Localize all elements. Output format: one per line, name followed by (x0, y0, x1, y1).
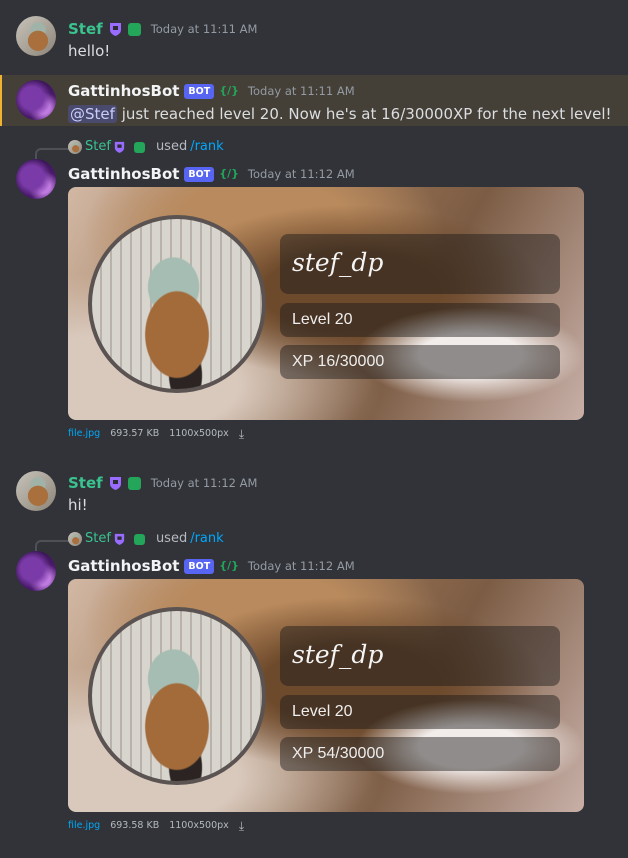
rank-card-avatar (88, 607, 266, 785)
bot-tag: BOT (184, 83, 215, 99)
rank-card-level: Level 20 (292, 311, 353, 328)
message-text: hi! (68, 496, 88, 514)
reply-used: used (155, 531, 188, 546)
rank-card-username: stef_dp (292, 640, 384, 669)
author-name[interactable]: GattinhosBot (68, 164, 179, 184)
reply-avatar (68, 140, 82, 154)
avatar-stef[interactable] (16, 16, 56, 56)
rank-card-name-box: stef_dp (280, 626, 560, 686)
reply-command[interactable]: /rank (190, 530, 223, 548)
download-icon[interactable]: ⤓ (239, 427, 244, 441)
rank-card-xp-box: XP 54/30000 (280, 737, 560, 771)
rank-card-level-box: Level 20 (280, 303, 560, 337)
message-text-line: @Stef just reached level 20. Now he's at… (68, 103, 612, 125)
attachment-size: 693.57 KB (110, 428, 160, 439)
reply-preview[interactable]: Stef used /rank (68, 138, 224, 156)
timestamp[interactable]: Today at 11:12 AM (151, 473, 258, 493)
green-badge-icon (133, 141, 145, 153)
bot-tag: BOT (184, 558, 215, 574)
green-badge-icon[interactable] (127, 22, 141, 36)
timestamp[interactable]: Today at 11:12 AM (248, 556, 355, 576)
message-header: GattinhosBot BOT {/} Today at 11:11 AM (68, 81, 355, 101)
message-header: Stef Today at 11:12 AM (68, 473, 257, 493)
reply-preview[interactable]: Stef used /rank (68, 530, 224, 548)
reply-connector (35, 148, 70, 159)
reply-author[interactable]: Stef (85, 530, 111, 548)
shield-badge-icon[interactable] (109, 476, 122, 490)
green-badge-icon[interactable] (127, 476, 141, 490)
avatar-gattinhosbot[interactable] (16, 80, 56, 120)
rank-card-name-box: stef_dp (280, 234, 560, 294)
attachment-dimensions: 1100x500px (169, 820, 229, 831)
download-icon[interactable]: ⤓ (239, 819, 244, 833)
shield-badge-icon (114, 141, 125, 153)
attachment-filename[interactable]: file.jpg (68, 427, 100, 441)
timestamp[interactable]: Today at 11:12 AM (248, 164, 355, 184)
slash-command-icon[interactable]: {/} (219, 81, 239, 101)
message-header: GattinhosBot BOT {/} Today at 11:12 AM (68, 164, 355, 184)
shield-badge-icon[interactable] (109, 22, 122, 36)
rank-card-avatar (88, 215, 266, 393)
attachment-dimensions: 1100x500px (169, 428, 229, 439)
timestamp[interactable]: Today at 11:11 AM (151, 19, 258, 39)
shield-badge-icon (114, 533, 125, 545)
rank-card-level: Level 20 (292, 703, 353, 720)
attachment-info: file.jpg 693.58 KB 1100x500px ⤓ (68, 819, 244, 833)
avatar-stef[interactable] (16, 471, 56, 511)
message-text: just reached level 20. Now he's at 16/30… (116, 105, 612, 123)
rank-card-level-box: Level 20 (280, 695, 560, 729)
avatar-gattinhosbot[interactable] (16, 159, 56, 199)
message-header: Stef Today at 11:11 AM (68, 19, 257, 39)
rank-card-image[interactable]: stef_dp Level 20 XP 16/30000 (68, 187, 584, 420)
slash-command-icon[interactable]: {/} (219, 164, 239, 184)
reply-used: used (155, 139, 188, 154)
rank-card-username: stef_dp (292, 248, 384, 277)
green-badge-icon (133, 533, 145, 545)
attachment-filename[interactable]: file.jpg (68, 819, 100, 833)
slash-command-icon[interactable]: {/} (219, 556, 239, 576)
author-name[interactable]: GattinhosBot (68, 81, 179, 101)
attachment-size: 693.58 KB (110, 820, 160, 831)
reply-avatar (68, 532, 82, 546)
reply-author[interactable]: Stef (85, 138, 111, 156)
rank-card-image[interactable]: stef_dp Level 20 XP 54/30000 (68, 579, 584, 812)
rank-card-xp: XP 16/30000 (292, 353, 385, 370)
author-name[interactable]: Stef (68, 473, 103, 493)
message-text: hello! (68, 42, 111, 60)
reply-connector (35, 540, 70, 551)
author-name[interactable]: GattinhosBot (68, 556, 179, 576)
user-mention[interactable]: @Stef (68, 105, 117, 123)
message-header: GattinhosBot BOT {/} Today at 11:12 AM (68, 556, 355, 576)
reply-command[interactable]: /rank (190, 138, 223, 156)
author-name[interactable]: Stef (68, 19, 103, 39)
bot-tag: BOT (184, 166, 215, 182)
avatar-gattinhosbot[interactable] (16, 551, 56, 591)
rank-card-xp: XP 54/30000 (292, 745, 385, 762)
attachment-info: file.jpg 693.57 KB 1100x500px ⤓ (68, 427, 244, 441)
timestamp[interactable]: Today at 11:11 AM (248, 81, 355, 101)
rank-card-xp-box: XP 16/30000 (280, 345, 560, 379)
